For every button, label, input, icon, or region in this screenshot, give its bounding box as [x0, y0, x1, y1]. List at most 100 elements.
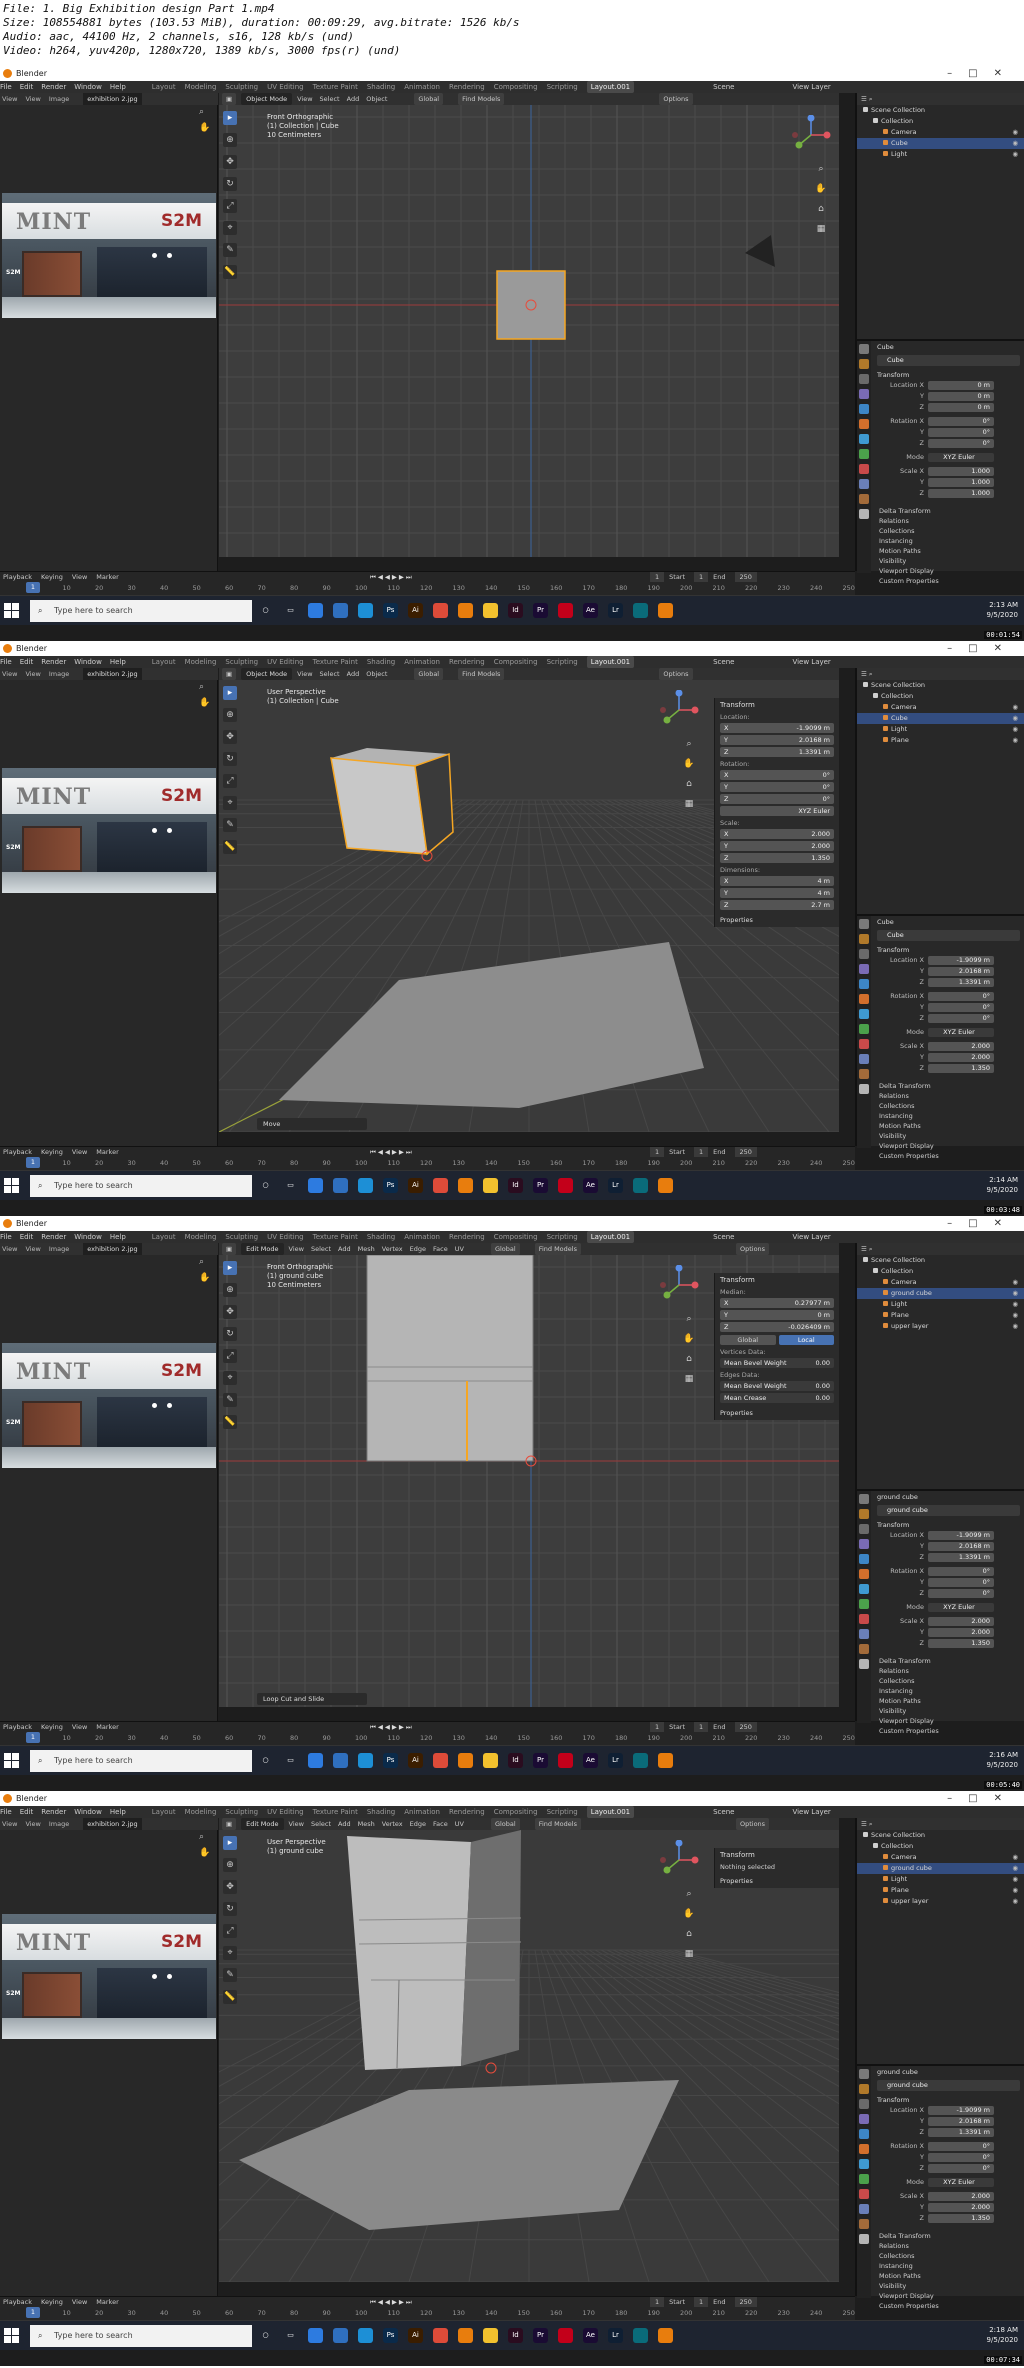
filter-icon[interactable]: ☰ ⌕: [861, 1245, 873, 1253]
3d-viewport[interactable]: ▸ ⊕ ✥ ↻ ⤢ ⌖ ✎ 📏 Front Orthographic (1) ground cub…: [219, 1255, 839, 1707]
hand-pan-icon[interactable]: ✋: [683, 1908, 695, 1920]
property-value-field[interactable]: 0°: [928, 1566, 994, 1576]
workspace-tab[interactable]: Layout.001: [586, 656, 635, 668]
workspace-tab[interactable]: Rendering: [449, 81, 485, 93]
outliner-item[interactable]: Light ◉: [857, 149, 1024, 160]
section-instancing[interactable]: Instancing: [873, 1686, 1024, 1696]
mode-selector[interactable]: Edit Mode: [241, 1243, 284, 1255]
explorer-icon[interactable]: [483, 2328, 498, 2343]
indesign-icon[interactable]: Id: [508, 2328, 523, 2343]
visibility-eye-icon[interactable]: ◉: [1012, 1885, 1018, 1896]
viewport-menu-face[interactable]: Face: [433, 1820, 448, 1828]
current-frame-field[interactable]: 1: [650, 1722, 665, 1732]
viewport-menu-mesh[interactable]: Mesh: [358, 1245, 375, 1253]
workspace-tab[interactable]: Layout: [152, 81, 176, 93]
mail-icon[interactable]: [333, 1178, 348, 1193]
zoom-icon[interactable]: ⌕: [199, 1832, 209, 1842]
n-panel-field[interactable]: Y 0 m: [720, 1310, 834, 1320]
mail-icon[interactable]: [333, 1753, 348, 1768]
task-view-icon[interactable]: ▭: [283, 1178, 298, 1193]
image-editor-menu[interactable]: Image: [49, 670, 69, 678]
after-effects-icon[interactable]: Ae: [583, 2328, 598, 2343]
property-value-field[interactable]: 2.000: [928, 1616, 994, 1626]
section-custom-properties[interactable]: Custom Properties: [873, 2301, 1024, 2311]
app-icon[interactable]: [633, 1753, 648, 1768]
window-controls[interactable]: –□✕: [947, 1791, 1018, 1806]
n-panel-field[interactable]: Z 2.7 m: [720, 900, 834, 910]
properties-tab-icon[interactable]: [859, 1629, 869, 1639]
menu-render[interactable]: Render: [41, 1806, 66, 1818]
visibility-eye-icon[interactable]: ◉: [1012, 724, 1018, 735]
workspace-tab[interactable]: Modeling: [185, 81, 217, 93]
visibility-eye-icon[interactable]: ◉: [1012, 702, 1018, 713]
outliner-item[interactable]: Light ◉: [857, 724, 1024, 735]
after-effects-icon[interactable]: Ae: [583, 603, 598, 618]
blender-app-icon[interactable]: [458, 1753, 473, 1768]
visibility-eye-icon[interactable]: ◉: [1012, 1863, 1018, 1874]
camera-view-icon[interactable]: ⌂: [683, 778, 695, 790]
zoom-icon[interactable]: ⌕: [815, 163, 827, 175]
orientation-selector[interactable]: Global: [490, 1243, 520, 1255]
taskbar-search[interactable]: ⌕ Type here to search: [30, 1175, 252, 1197]
grid-toggle-icon[interactable]: ▦: [683, 798, 695, 810]
workspace-tab[interactable]: Texture Paint: [313, 1231, 358, 1243]
workspace-tab[interactable]: Compositing: [494, 656, 538, 668]
move-icon[interactable]: ✥: [223, 155, 237, 169]
hand-pan-icon[interactable]: ✋: [199, 1848, 210, 1858]
property-value-field[interactable]: 0°: [928, 2152, 994, 2162]
playback-controls[interactable]: ⏮◀◀▶▶⏭: [370, 572, 414, 582]
scene-selector[interactable]: Scene: [713, 81, 734, 93]
menu-window[interactable]: Window: [74, 656, 102, 668]
section-viewport-display[interactable]: Viewport Display: [873, 1141, 1024, 1151]
section-visibility[interactable]: Visibility: [873, 1131, 1024, 1141]
outliner-item[interactable]: Collection: [857, 116, 1024, 127]
blender-active-icon[interactable]: [658, 603, 673, 618]
visibility-eye-icon[interactable]: ◉: [1012, 1277, 1018, 1288]
scale-icon[interactable]: ⤢: [223, 199, 237, 213]
chrome-icon[interactable]: [433, 2328, 448, 2343]
section-collections[interactable]: Collections: [873, 1101, 1024, 1111]
properties-tab-icon[interactable]: [859, 1024, 869, 1034]
visibility-eye-icon[interactable]: ◉: [1012, 1321, 1018, 1332]
task-view-icon[interactable]: ▭: [283, 603, 298, 618]
n-panel-field[interactable]: XYZ Euler: [720, 806, 834, 816]
start-frame-field[interactable]: 1: [694, 1147, 709, 1157]
playhead[interactable]: 1: [26, 1732, 40, 1743]
properties-tab-icon[interactable]: [859, 404, 869, 414]
property-value-field[interactable]: 0°: [928, 1013, 994, 1023]
taskbar-search[interactable]: ⌕ Type here to search: [30, 600, 252, 622]
windows-start-icon[interactable]: [4, 1753, 20, 1769]
photoshop-icon[interactable]: Ps: [383, 1178, 398, 1193]
properties-tab-icon[interactable]: [859, 1584, 869, 1594]
property-value-field[interactable]: 0°: [928, 2141, 994, 2151]
app-icon[interactable]: [633, 603, 648, 618]
timeline-ruler[interactable]: 0102030405060708090100110120130140150160…: [0, 2307, 855, 2319]
workspace-tab[interactable]: Sculpting: [225, 81, 258, 93]
visibility-eye-icon[interactable]: ◉: [1012, 713, 1018, 724]
menu-window[interactable]: Window: [74, 1231, 102, 1243]
properties-tab-icon[interactable]: [859, 1524, 869, 1534]
annotate-icon[interactable]: ✎: [223, 243, 237, 257]
menu-help[interactable]: Help: [110, 656, 126, 668]
menu-edit[interactable]: Edit: [20, 656, 34, 668]
explorer-icon[interactable]: [483, 603, 498, 618]
taskbar-search[interactable]: ⌕ Type here to search: [30, 1750, 252, 1772]
camera-view-icon[interactable]: ⌂: [683, 1353, 695, 1365]
section-delta-transform[interactable]: Delta Transform: [873, 506, 1024, 516]
camera-view-icon[interactable]: ⌂: [815, 203, 827, 215]
n-panel-field[interactable]: Mean Bevel Weight 0.00: [720, 1358, 834, 1368]
navigation-gizmo[interactable]: [659, 1265, 699, 1305]
navigation-gizmo[interactable]: [659, 1840, 699, 1880]
property-value-field[interactable]: 1.350: [928, 1063, 994, 1073]
after-effects-icon[interactable]: Ae: [583, 1753, 598, 1768]
workspace-tab[interactable]: Layout.001: [586, 81, 635, 93]
property-value-field[interactable]: 0°: [928, 1577, 994, 1587]
windows-start-icon[interactable]: [4, 2328, 20, 2344]
3d-viewport[interactable]: ▸ ⊕ ✥ ↻ ⤢ ⌖ ✎ 📏 User Perspective (1) Collection |…: [219, 680, 839, 1132]
workspace-tab[interactable]: UV Editing: [267, 1806, 304, 1818]
menu-edit[interactable]: Edit: [20, 81, 34, 93]
properties-tab-icon[interactable]: [859, 994, 869, 1004]
playback-controls[interactable]: ⏮◀◀▶▶⏭: [370, 2297, 414, 2307]
timeline-menu-view[interactable]: View: [72, 1723, 87, 1731]
properties-tab-icon[interactable]: [859, 2219, 869, 2229]
